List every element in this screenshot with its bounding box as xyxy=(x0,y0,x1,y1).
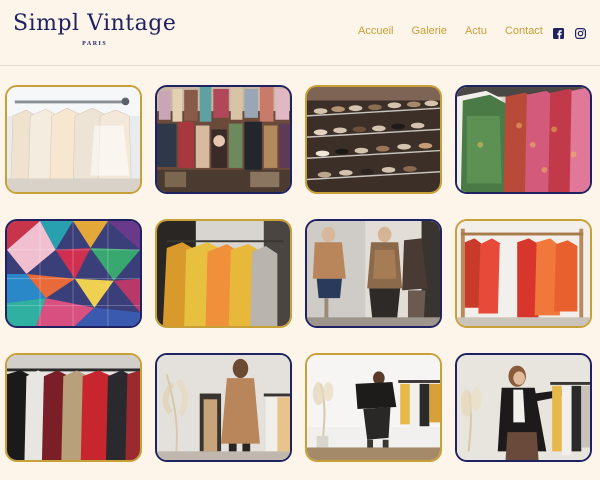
site-header: Simpl Vintage PARIS Accueil Galerie Actu… xyxy=(0,0,600,66)
gallery-photo-mannequins[interactable] xyxy=(305,219,442,328)
gallery-photo-woman-blazer[interactable] xyxy=(455,353,592,462)
nav-contact[interactable]: Contact xyxy=(505,25,543,37)
instagram-icon[interactable] xyxy=(575,26,587,40)
gallery-photo-vintage-shop[interactable] xyxy=(155,85,292,194)
facebook-icon[interactable] xyxy=(553,26,564,39)
nav-galerie[interactable]: Galerie xyxy=(411,25,446,37)
gallery-photo-blouses-rack[interactable] xyxy=(5,85,142,194)
logo-title: Simpl Vintage xyxy=(13,11,177,36)
gallery-photo-woman-browsing[interactable] xyxy=(155,353,292,462)
logo[interactable]: Simpl Vintage PARIS xyxy=(13,10,176,47)
gallery-photo-red-garments[interactable] xyxy=(455,219,592,328)
gallery-photo-patterned-jackets[interactable] xyxy=(455,85,592,194)
nav-accueil[interactable]: Accueil xyxy=(358,25,393,37)
gallery-photo-patchwork-fabric[interactable] xyxy=(5,219,142,328)
gallery-photo-woman-trying-on[interactable] xyxy=(305,353,442,462)
gallery-photo-shoe-shelves[interactable] xyxy=(305,85,442,194)
gallery-photo-orange-sweaters[interactable] xyxy=(155,219,292,328)
social-links xyxy=(553,26,587,40)
main-nav: Accueil Galerie Actu Contact xyxy=(358,25,543,37)
logo-subtitle: PARIS xyxy=(82,41,108,47)
nav-actu[interactable]: Actu xyxy=(465,25,487,37)
gallery-photo-coats-rack[interactable] xyxy=(5,353,142,462)
